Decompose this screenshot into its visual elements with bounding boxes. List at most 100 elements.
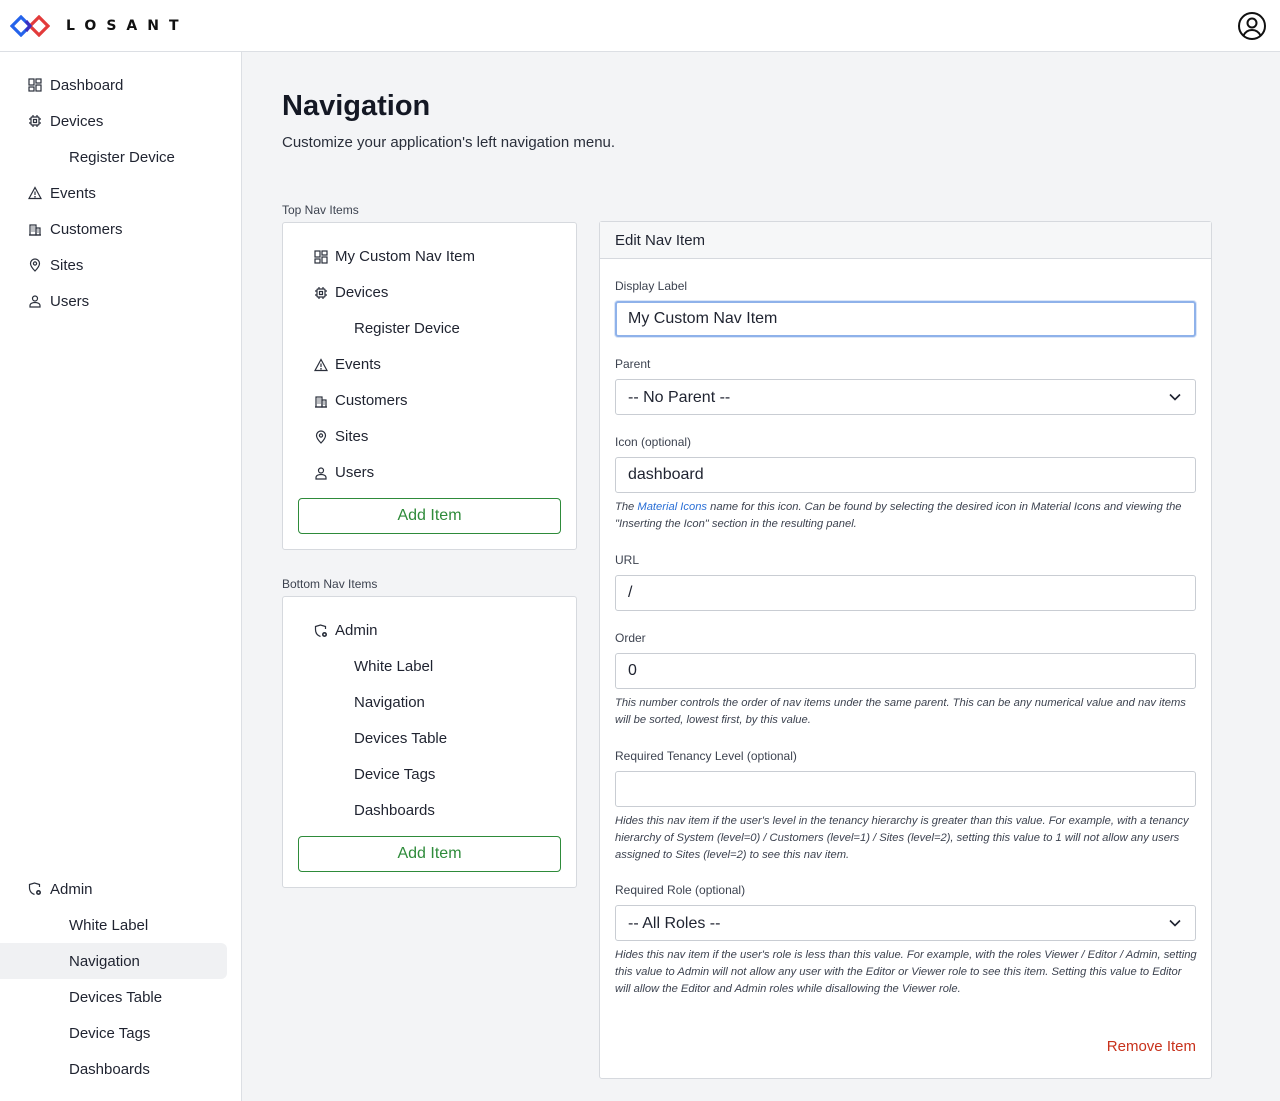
nav-item-label: Customers <box>335 392 408 409</box>
icon-help-prefix: The <box>615 501 638 513</box>
url-label: URL <box>615 553 640 567</box>
parent-label: Parent <box>615 357 651 371</box>
sidebar-item-events[interactable]: Events <box>0 175 242 211</box>
sidebar-item-label: Customers <box>50 220 123 238</box>
top-nav-item-customers[interactable]: Customers <box>283 383 576 419</box>
parent-select-value: -- No Parent -- <box>628 389 731 406</box>
sidebar-item-label: Users <box>50 292 90 310</box>
nav-item-label: Sites <box>335 428 369 445</box>
parent-select[interactable]: -- No Parent -- <box>615 379 1196 415</box>
sidebar-item-label: Navigation <box>69 952 140 970</box>
sidebar-item-sites[interactable]: Sites <box>0 247 242 283</box>
nav-item-label: Device Tags <box>354 766 436 783</box>
edit-panel-title: Edit Nav Item <box>615 232 706 249</box>
bottom-nav-item-white-label[interactable]: White Label <box>283 649 576 685</box>
edit-nav-item-panel: Edit Nav Item Display Label Parent -- No… <box>599 221 1212 1079</box>
user-icon <box>314 466 328 480</box>
building-icon <box>28 222 42 236</box>
dashboard-icon <box>28 78 42 92</box>
icon-help-text: The Material Icons name for this icon. C… <box>615 499 1200 533</box>
sidebar-item-label: Dashboards <box>69 1060 150 1078</box>
chevron-down-icon <box>1169 919 1181 927</box>
bottom-nav-list: Admin White Label Navigation Devices Tab… <box>282 596 577 888</box>
sidebar-item-devices[interactable]: Devices <box>0 103 242 139</box>
nav-item-label: White Label <box>354 658 434 675</box>
logo-mark-icon <box>10 15 50 37</box>
icon-label: Icon (optional) <box>615 435 692 449</box>
sidebar: Dashboard Devices Register Device Events… <box>0 52 242 1101</box>
top-nav-item-register-device[interactable]: Register Device <box>283 311 576 347</box>
nav-item-label: Events <box>335 356 381 373</box>
chevron-down-icon <box>1169 393 1181 401</box>
order-input[interactable] <box>615 653 1196 689</box>
remove-item-button[interactable]: Remove Item <box>1107 1038 1196 1055</box>
admin-shield-icon <box>314 624 328 638</box>
sidebar-item-register-device[interactable]: Register Device <box>0 139 242 175</box>
top-nav-item-my-custom[interactable]: My Custom Nav Item <box>283 239 576 275</box>
chip-icon <box>28 114 42 128</box>
losant-logo[interactable]: LOSANT <box>10 15 189 37</box>
nav-item-label: Dashboards <box>354 802 435 819</box>
sidebar-item-device-tags[interactable]: Device Tags <box>0 1015 242 1051</box>
edit-panel-header: Edit Nav Item <box>600 222 1211 259</box>
bottom-nav-item-admin[interactable]: Admin <box>283 613 576 649</box>
top-nav-item-sites[interactable]: Sites <box>283 419 576 455</box>
tenancy-level-input[interactable] <box>615 771 1196 807</box>
logo-text: LOSANT <box>66 18 189 34</box>
top-bar: LOSANT <box>0 0 1280 52</box>
bottom-nav-item-navigation[interactable]: Navigation <box>283 685 576 721</box>
sidebar-item-label: Events <box>50 184 96 202</box>
page-title: Navigation <box>282 90 431 122</box>
bottom-nav-item-devices-table[interactable]: Devices Table <box>283 721 576 757</box>
sidebar-item-navigation[interactable]: Navigation <box>0 943 227 979</box>
building-icon <box>314 394 328 408</box>
location-pin-icon <box>314 430 328 444</box>
required-role-select[interactable]: -- All Roles -- <box>615 905 1196 941</box>
sidebar-item-label: Admin <box>50 880 93 898</box>
icon-input[interactable] <box>615 457 1196 493</box>
sidebar-item-label: White Label <box>69 916 149 934</box>
bottom-nav-label: Bottom Nav Items <box>282 577 378 591</box>
page-subtitle: Customize your application's left naviga… <box>282 134 616 151</box>
top-nav-label: Top Nav Items <box>282 203 359 217</box>
sidebar-item-label: Dashboard <box>50 76 124 94</box>
warning-icon <box>314 358 328 372</box>
tenancy-level-label: Required Tenancy Level (optional) <box>615 749 797 763</box>
url-input[interactable] <box>615 575 1196 611</box>
top-nav-item-devices[interactable]: Devices <box>283 275 576 311</box>
sidebar-item-dashboard[interactable]: Dashboard <box>0 67 242 103</box>
sidebar-item-users[interactable]: Users <box>0 283 242 319</box>
order-label: Order <box>615 631 646 645</box>
material-icons-link[interactable]: Material Icons <box>637 501 707 513</box>
warning-icon <box>28 186 42 200</box>
required-role-label: Required Role (optional) <box>615 883 746 897</box>
account-icon[interactable] <box>1237 11 1267 41</box>
top-nav-item-events[interactable]: Events <box>283 347 576 383</box>
nav-item-label: My Custom Nav Item <box>335 248 476 265</box>
sidebar-item-label: Device Tags <box>69 1024 151 1042</box>
sidebar-item-white-label[interactable]: White Label <box>0 907 242 943</box>
nav-item-label: Register Device <box>354 320 460 337</box>
chip-icon <box>314 286 328 300</box>
top-nav-item-users[interactable]: Users <box>283 455 576 491</box>
bottom-nav-item-device-tags[interactable]: Device Tags <box>283 757 576 793</box>
admin-shield-icon <box>28 882 42 896</box>
sidebar-item-dashboards[interactable]: Dashboards <box>0 1051 242 1087</box>
add-bottom-nav-item-button[interactable]: Add Item <box>298 836 561 872</box>
nav-item-label: Users <box>335 464 375 481</box>
sidebar-item-label: Register Device <box>69 148 175 166</box>
required-role-select-value: -- All Roles -- <box>628 915 721 932</box>
top-nav-list: My Custom Nav Item Devices Register Devi… <box>282 222 577 550</box>
user-icon <box>28 294 42 308</box>
add-top-nav-item-button[interactable]: Add Item <box>298 498 561 534</box>
sidebar-item-customers[interactable]: Customers <box>0 211 242 247</box>
sidebar-item-devices-table[interactable]: Devices Table <box>0 979 242 1015</box>
nav-item-label: Devices Table <box>354 730 448 747</box>
display-label-input[interactable] <box>615 301 1196 337</box>
sidebar-item-label: Sites <box>50 256 84 274</box>
nav-item-label: Navigation <box>354 694 425 711</box>
nav-item-label: Devices <box>335 284 389 301</box>
bottom-nav-item-dashboards[interactable]: Dashboards <box>283 793 576 829</box>
sidebar-item-admin[interactable]: Admin <box>0 871 242 907</box>
tenancy-level-help-text: Hides this nav item if the user's level … <box>615 815 1189 861</box>
